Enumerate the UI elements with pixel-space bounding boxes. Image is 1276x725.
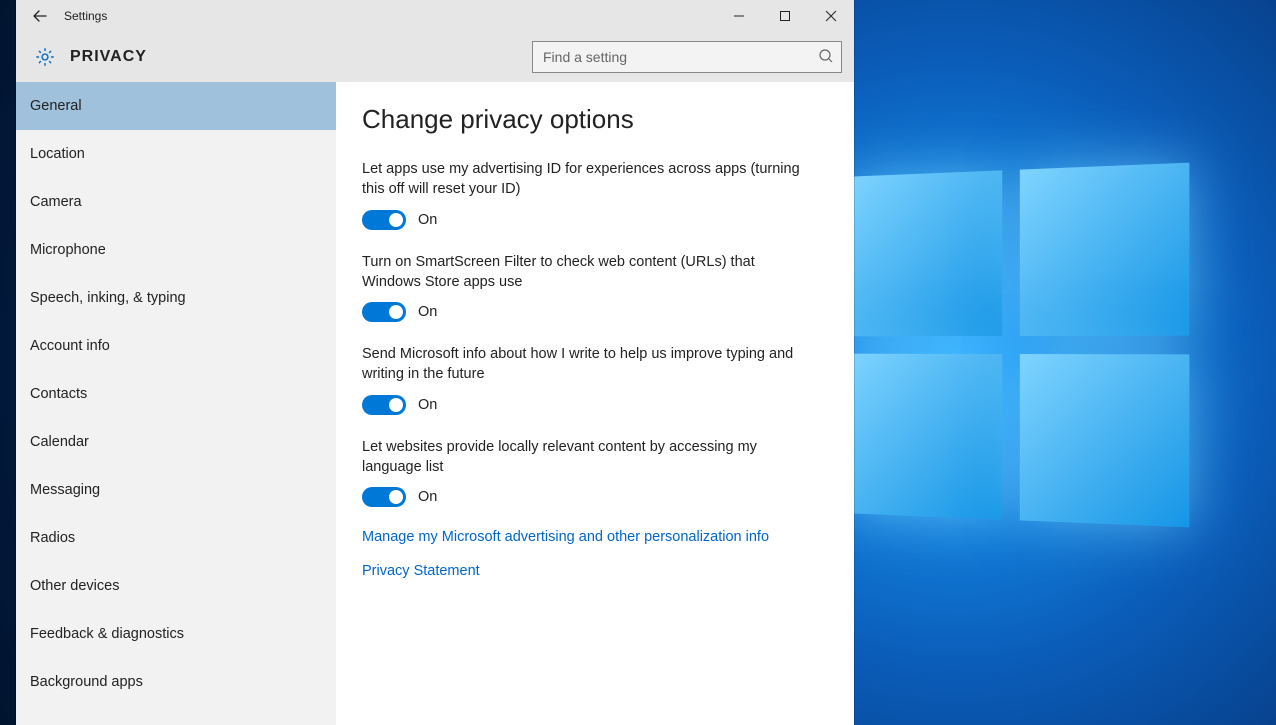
desktop-wallpaper: Settings PRIVACY GeneralLocationCameraMi… bbox=[0, 0, 1276, 725]
toggle-switch[interactable] bbox=[362, 302, 406, 322]
windows-logo bbox=[846, 163, 1189, 528]
search-icon bbox=[818, 48, 834, 64]
titlebar: Settings bbox=[16, 0, 854, 32]
close-icon bbox=[825, 10, 837, 22]
sidebar-item-radios[interactable]: Radios bbox=[16, 514, 336, 562]
page-title: PRIVACY bbox=[70, 48, 147, 66]
minimize-icon bbox=[733, 10, 745, 22]
sidebar-item-location[interactable]: Location bbox=[16, 130, 336, 178]
sidebar-item-microphone[interactable]: Microphone bbox=[16, 226, 336, 274]
toggle-switch[interactable] bbox=[362, 210, 406, 230]
minimize-button[interactable] bbox=[716, 0, 762, 32]
toggle-switch[interactable] bbox=[362, 487, 406, 507]
privacy-option-2: Send Microsoft info about how I write to… bbox=[362, 344, 824, 415]
sidebar-item-messaging[interactable]: Messaging bbox=[16, 466, 336, 514]
back-button[interactable] bbox=[16, 0, 64, 32]
sidebar-item-account-info[interactable]: Account info bbox=[16, 322, 336, 370]
sidebar-item-speech-inking-typing[interactable]: Speech, inking, & typing bbox=[16, 274, 336, 322]
toggle-state-label: On bbox=[418, 489, 437, 505]
sidebar-item-general[interactable]: General bbox=[16, 82, 336, 130]
sidebar-item-calendar[interactable]: Calendar bbox=[16, 418, 336, 466]
toggle-state-label: On bbox=[418, 212, 437, 228]
search-input[interactable] bbox=[532, 41, 842, 73]
content-heading: Change privacy options bbox=[362, 104, 824, 135]
option-description: Let apps use my advertising ID for exper… bbox=[362, 159, 802, 200]
option-description: Send Microsoft info about how I write to… bbox=[362, 344, 802, 385]
toggle-state-label: On bbox=[418, 397, 437, 413]
toggle-switch[interactable] bbox=[362, 395, 406, 415]
window-title: Settings bbox=[64, 9, 107, 23]
option-description: Let websites provide locally relevant co… bbox=[362, 437, 802, 478]
privacy-option-1: Turn on SmartScreen Filter to check web … bbox=[362, 252, 824, 323]
settings-window: Settings PRIVACY GeneralLocationCameraMi… bbox=[16, 0, 854, 725]
sidebar-item-other-devices[interactable]: Other devices bbox=[16, 562, 336, 610]
gear-icon bbox=[34, 46, 56, 68]
maximize-icon bbox=[779, 10, 791, 22]
sidebar-item-feedback-diagnostics[interactable]: Feedback & diagnostics bbox=[16, 610, 336, 658]
sidebar-item-camera[interactable]: Camera bbox=[16, 178, 336, 226]
sidebar-item-background-apps[interactable]: Background apps bbox=[16, 658, 336, 706]
arrow-left-icon bbox=[32, 8, 48, 24]
toggle-state-label: On bbox=[418, 304, 437, 320]
content-pane: Change privacy options Let apps use my a… bbox=[336, 82, 854, 725]
option-description: Turn on SmartScreen Filter to check web … bbox=[362, 252, 802, 293]
link-1[interactable]: Privacy Statement bbox=[362, 563, 824, 579]
page-header: PRIVACY bbox=[16, 32, 854, 82]
privacy-option-0: Let apps use my advertising ID for exper… bbox=[362, 159, 824, 230]
sidebar: GeneralLocationCameraMicrophoneSpeech, i… bbox=[16, 82, 336, 725]
sidebar-item-contacts[interactable]: Contacts bbox=[16, 370, 336, 418]
close-button[interactable] bbox=[808, 0, 854, 32]
privacy-option-3: Let websites provide locally relevant co… bbox=[362, 437, 824, 508]
link-0[interactable]: Manage my Microsoft advertising and othe… bbox=[362, 529, 824, 545]
maximize-button[interactable] bbox=[762, 0, 808, 32]
